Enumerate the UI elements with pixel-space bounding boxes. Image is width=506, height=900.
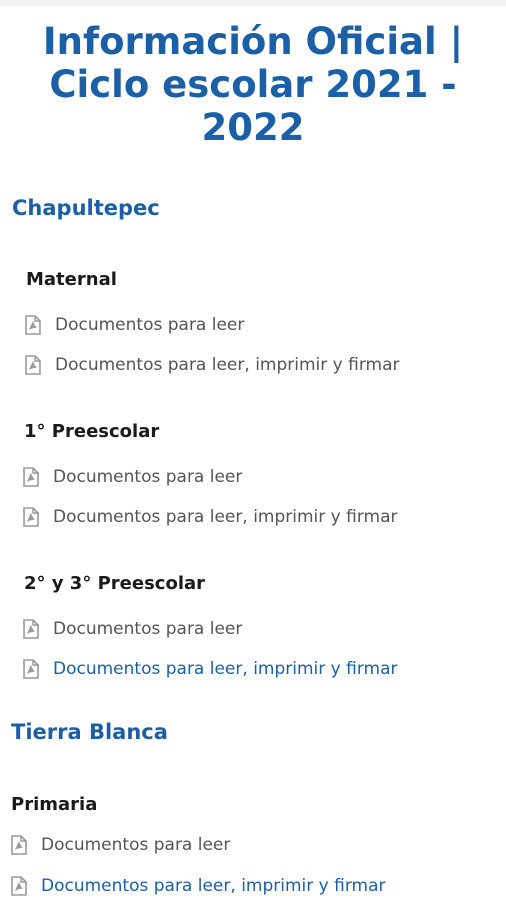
pdf-file-icon	[23, 467, 39, 487]
pdf-file-icon	[23, 659, 39, 679]
preescolar1-print-sign-documents-link[interactable]: Documentos para leer, imprimir y firmar	[23, 505, 397, 529]
pdf-file-icon	[25, 315, 41, 335]
level-heading-maternal: Maternal	[26, 269, 117, 290]
pdf-file-icon	[25, 355, 41, 375]
campus-heading-chapultepec: Chapultepec	[12, 196, 160, 220]
pdf-file-icon	[23, 619, 39, 639]
primaria-read-documents-link[interactable]: Documentos para leer	[11, 833, 230, 857]
link-label: Documentos para leer, imprimir y firmar	[55, 355, 400, 375]
level-heading-2-3-preescolar: 2° y 3° Preescolar	[24, 573, 206, 594]
maternal-print-sign-documents-link[interactable]: Documentos para leer, imprimir y firmar	[25, 353, 399, 377]
preescolar23-print-sign-documents-link[interactable]: Documentos para leer, imprimir y firmar	[23, 657, 397, 681]
preescolar1-read-documents-link[interactable]: Documentos para leer	[23, 465, 242, 489]
link-label: Documentos para leer	[53, 467, 243, 487]
pdf-file-icon	[11, 876, 27, 896]
link-label: Documentos para leer	[53, 619, 243, 639]
link-label: Documentos para leer, imprimir y firmar	[41, 876, 386, 896]
link-label: Documentos para leer, imprimir y firmar	[53, 507, 398, 527]
campus-heading-tierra-blanca: Tierra Blanca	[11, 720, 168, 744]
link-label: Documentos para leer	[55, 315, 245, 335]
preescolar23-read-documents-link[interactable]: Documentos para leer	[23, 617, 242, 641]
link-label: Documentos para leer, imprimir y firmar	[53, 659, 398, 679]
page-title: Información Oficial | Ciclo escolar 2021…	[42, 20, 464, 149]
pdf-file-icon	[23, 507, 39, 527]
primaria-print-sign-documents-link[interactable]: Documentos para leer, imprimir y firmar	[11, 874, 385, 898]
level-heading-primaria: Primaria	[11, 794, 98, 815]
pdf-file-icon	[11, 835, 27, 855]
link-label: Documentos para leer	[41, 835, 231, 855]
maternal-read-documents-link[interactable]: Documentos para leer	[25, 313, 244, 337]
top-divider	[0, 0, 506, 6]
level-heading-1-preescolar: 1° Preescolar	[24, 421, 160, 442]
